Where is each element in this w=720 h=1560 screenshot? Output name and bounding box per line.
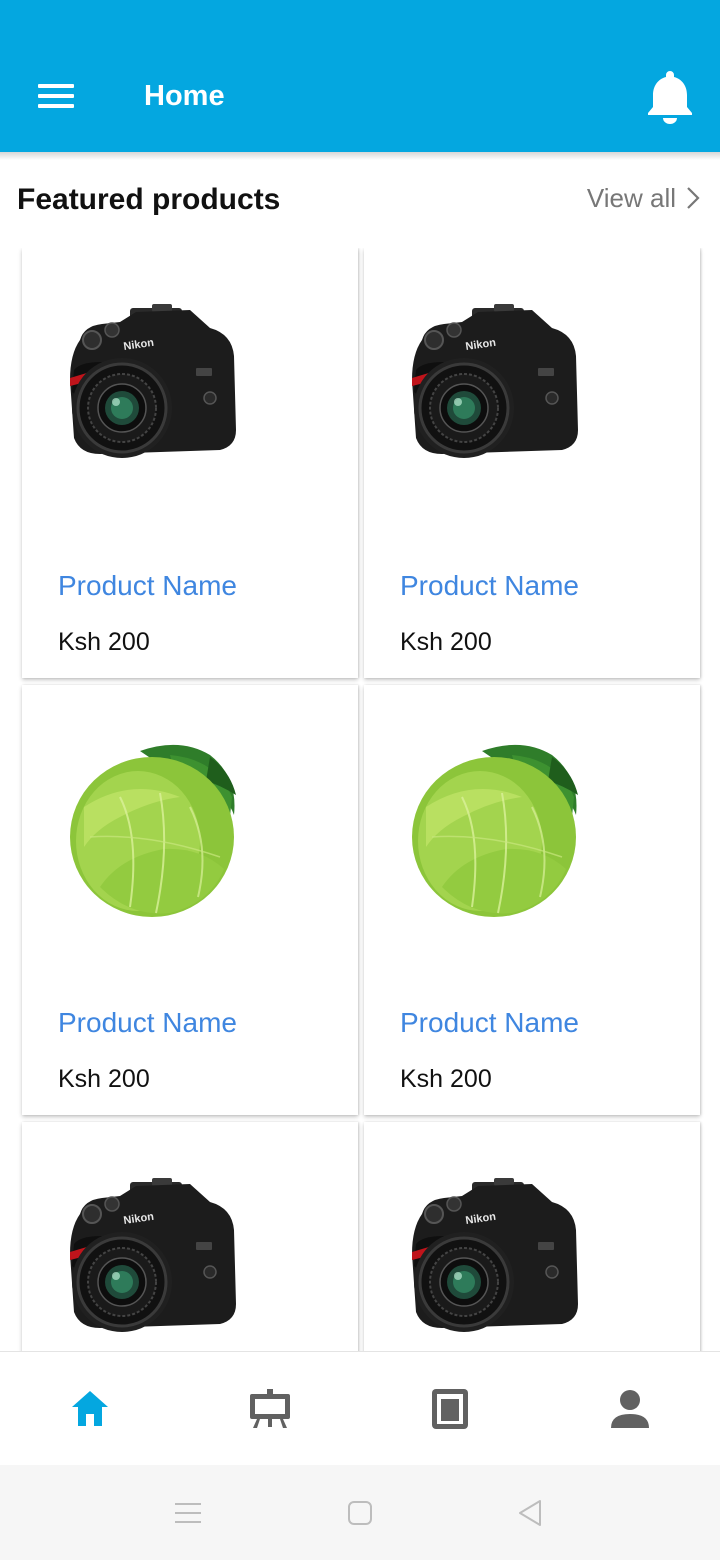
section-title: Featured products <box>17 183 281 216</box>
person-icon <box>611 1390 649 1428</box>
product-card[interactable]: Product Name Ksh 200 <box>22 685 358 1115</box>
home-icon <box>72 1391 108 1426</box>
product-grid: Nikon Product Name Ksh 200 Nikon Product … <box>0 248 720 1352</box>
featured-header: Featured products View all <box>0 170 720 230</box>
bell-icon[interactable] <box>646 68 694 124</box>
product-image-camera: Nikon <box>70 1178 236 1332</box>
product-price: Ksh 200 <box>400 1065 492 1093</box>
view-all-link[interactable]: View all <box>587 178 700 218</box>
chevron-right-icon <box>687 187 700 209</box>
product-card[interactable]: Product Name Ksh 200 <box>364 685 700 1115</box>
square-icon <box>348 1501 372 1525</box>
home-system-button[interactable] <box>340 1493 380 1533</box>
product-name: Product Name <box>58 1007 237 1038</box>
nav-home[interactable] <box>0 1352 180 1466</box>
product-price: Ksh 200 <box>400 628 492 656</box>
document-icon <box>432 1389 468 1429</box>
back-triangle-icon <box>519 1500 541 1526</box>
recent-apps-icon <box>175 1503 201 1523</box>
product-name: Product Name <box>400 570 579 601</box>
product-card[interactable]: Nikon Product NameKsh 200 <box>364 1122 700 1352</box>
app-bar-shadow <box>0 152 720 160</box>
product-card[interactable]: Nikon Product Name Ksh 200 <box>364 248 700 678</box>
bottom-navigation <box>0 1351 720 1465</box>
product-image-camera: Nikon <box>412 304 578 458</box>
product-name: Product Name <box>58 570 237 601</box>
product-price: Ksh 200 <box>58 628 150 656</box>
product-card[interactable]: Nikon Product Name Ksh 200 <box>22 248 358 678</box>
product-name: Product Name <box>400 1007 579 1038</box>
recent-apps-button[interactable] <box>168 1493 208 1533</box>
nav-presentation[interactable] <box>180 1352 360 1466</box>
menu-icon[interactable] <box>38 82 74 110</box>
presentation-icon <box>250 1389 290 1428</box>
back-system-button[interactable] <box>510 1493 550 1533</box>
product-image-camera: Nikon <box>412 1178 578 1332</box>
product-card[interactable]: Nikon Product NameKsh 200 <box>22 1122 358 1352</box>
view-all-label: View all <box>586 182 676 213</box>
nav-document[interactable] <box>360 1352 540 1466</box>
product-image-cabbage <box>412 744 578 917</box>
product-image-cabbage <box>70 744 236 917</box>
nav-profile[interactable] <box>540 1352 720 1466</box>
page-title: Home <box>144 80 225 112</box>
product-price: Ksh 200 <box>58 1065 150 1093</box>
system-navigation-bar <box>0 1465 720 1560</box>
product-image-camera: Nikon <box>70 304 236 458</box>
app-bar: Home <box>0 0 720 152</box>
